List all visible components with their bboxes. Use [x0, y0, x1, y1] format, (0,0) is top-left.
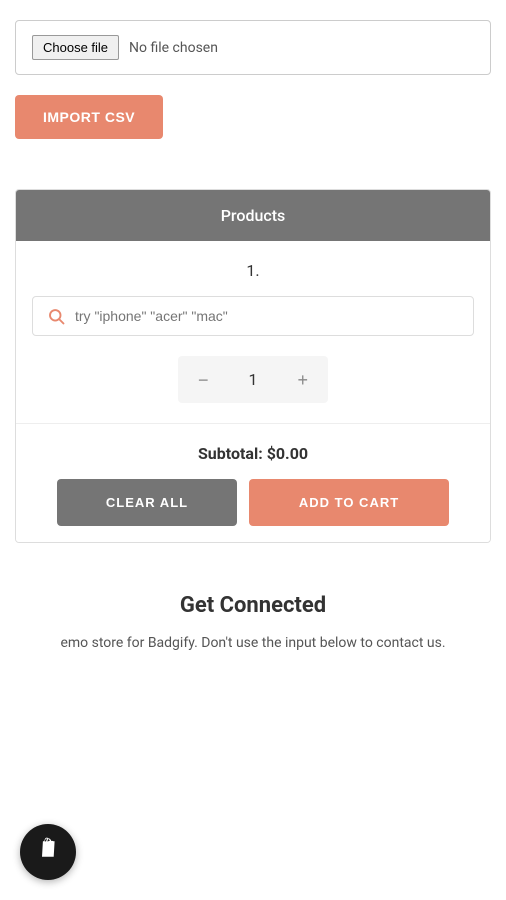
get-connected-title: Get Connected	[20, 593, 486, 618]
quantity-box: − 1 +	[178, 356, 328, 403]
subtotal-section: Subtotal: $0.00 CLEAR ALL ADD TO CART	[16, 424, 490, 542]
actions-row: CLEAR ALL ADD TO CART	[32, 479, 474, 526]
quantity-decrease-button[interactable]: −	[178, 357, 229, 403]
product-number: 1.	[32, 261, 474, 280]
get-connected-description: emo store for Badgify. Don't use the inp…	[20, 632, 486, 654]
file-input-wrapper: Choose file No file chosen	[15, 20, 491, 75]
product-search-input[interactable]	[75, 308, 459, 324]
clear-all-button[interactable]: CLEAR ALL	[57, 479, 237, 526]
add-to-cart-button[interactable]: ADD TO CART	[249, 479, 449, 526]
subtotal-text: Subtotal: $0.00	[32, 444, 474, 463]
no-file-label: No file chosen	[129, 40, 218, 56]
products-header: Products	[16, 190, 490, 241]
products-section: Products 1. − 1 + Subtotal: $0.00 CLEAR …	[15, 189, 491, 543]
subtotal-value: $0.00	[267, 444, 308, 463]
shopify-badge[interactable]	[20, 824, 76, 880]
choose-file-button[interactable]: Choose file	[32, 35, 119, 60]
quantity-wrapper: − 1 +	[32, 356, 474, 403]
shopify-logo-icon	[33, 834, 63, 870]
quantity-increase-button[interactable]: +	[278, 357, 329, 403]
subtotal-label: Subtotal:	[198, 444, 263, 463]
get-connected-section: Get Connected emo store for Badgify. Don…	[0, 543, 506, 684]
search-icon	[47, 307, 65, 325]
import-csv-button[interactable]: IMPORT CSV	[15, 95, 163, 139]
quantity-value: 1	[229, 356, 278, 403]
search-wrapper	[32, 296, 474, 336]
product-item: 1. − 1 +	[16, 241, 490, 424]
file-section: Choose file No file chosen IMPORT CSV	[0, 0, 506, 159]
